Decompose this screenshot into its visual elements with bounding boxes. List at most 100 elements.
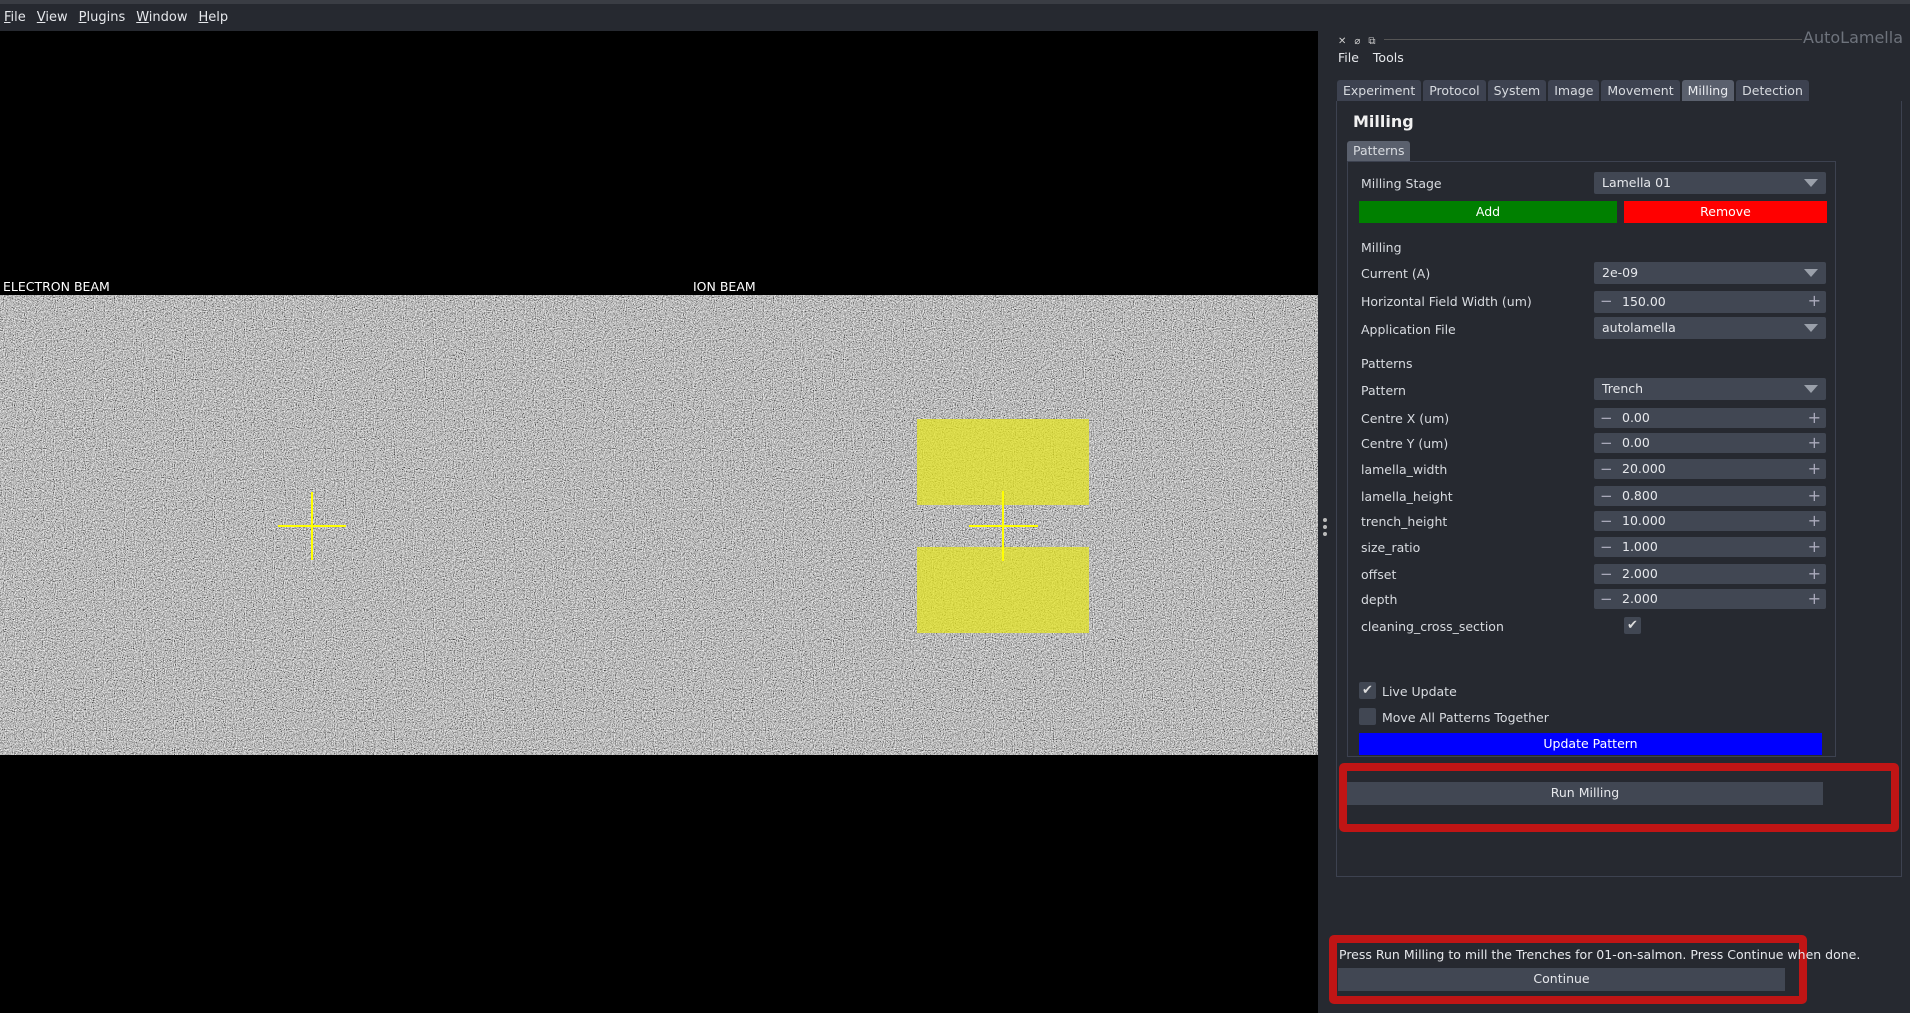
param-label: Centre X (um) <box>1361 411 1450 426</box>
add-button[interactable]: Add <box>1359 201 1617 223</box>
run-milling-button[interactable]: Run Milling <box>1347 782 1823 805</box>
update-pattern-button[interactable]: Update Pattern <box>1359 733 1822 755</box>
continue-button[interactable]: Continue <box>1338 968 1785 991</box>
application-file-select[interactable]: autolamella <box>1594 317 1826 339</box>
dock-title-divider <box>1384 39 1802 40</box>
live-update-label: Live Update <box>1382 684 1457 699</box>
plus-icon[interactable]: + <box>1808 486 1821 505</box>
current-label: Current (A) <box>1361 266 1431 281</box>
patterns-section-label: Patterns <box>1361 356 1413 371</box>
close-icon[interactable]: ✕ <box>1338 36 1346 47</box>
param-label: offset <box>1361 567 1397 582</box>
page-title: Milling <box>1353 112 1414 131</box>
tab-detection[interactable]: Detection <box>1736 80 1809 101</box>
param-spinbox[interactable]: −0.800 + <box>1594 486 1826 506</box>
chevron-down-icon <box>1804 385 1818 393</box>
tab-movement[interactable]: Movement <box>1601 80 1680 101</box>
plus-icon[interactable]: + <box>1808 433 1821 452</box>
param-label: lamella_height <box>1361 489 1453 504</box>
param-value: 0.00 <box>1622 410 1650 425</box>
plus-icon[interactable]: + <box>1808 511 1821 530</box>
electron-crosshair-vertical <box>311 492 313 560</box>
ion-crosshair-vertical <box>1002 491 1004 561</box>
current-value: 2e-09 <box>1602 265 1639 280</box>
tab-protocol[interactable]: Protocol <box>1423 80 1486 101</box>
main-menubar: File View Plugins Window Help <box>0 4 1318 31</box>
minus-icon[interactable]: − <box>1600 434 1613 452</box>
plus-icon[interactable]: + <box>1808 291 1821 310</box>
menu-view[interactable]: View <box>33 10 75 25</box>
restore-icon[interactable]: ⧉ <box>1368 36 1375 47</box>
tab-patterns[interactable]: Patterns <box>1347 141 1411 161</box>
plus-icon[interactable]: + <box>1808 408 1821 427</box>
plus-icon[interactable]: + <box>1808 459 1821 478</box>
pattern-select[interactable]: Trench <box>1594 378 1826 400</box>
menu-file[interactable]: File <box>0 10 33 25</box>
plus-icon[interactable]: + <box>1808 589 1821 608</box>
minus-icon[interactable]: − <box>1600 512 1613 530</box>
milling-stage-label: Milling Stage <box>1361 176 1442 191</box>
minus-icon[interactable]: − <box>1600 487 1613 505</box>
tab-milling[interactable]: Milling <box>1681 80 1735 101</box>
cleaning-cross-section-label: cleaning_cross_section <box>1361 619 1504 634</box>
param-label: lamella_width <box>1361 462 1448 477</box>
panel-menu-file[interactable]: File <box>1338 50 1359 65</box>
milling-section-label: Milling <box>1361 240 1402 255</box>
menu-plugins[interactable]: Plugins <box>75 10 133 25</box>
param-spinbox[interactable]: −1.000 + <box>1594 537 1826 557</box>
plus-icon[interactable]: + <box>1808 537 1821 556</box>
cleaning-cross-section-checkbox[interactable]: ✔ <box>1624 617 1641 634</box>
splitter-handle[interactable] <box>1318 31 1330 1013</box>
current-select[interactable]: 2e-09 <box>1594 262 1826 284</box>
tab-experiment[interactable]: Experiment <box>1337 80 1422 101</box>
param-label: Centre Y (um) <box>1361 436 1449 451</box>
param-value: 20.000 <box>1622 461 1666 476</box>
tab-system[interactable]: System <box>1487 80 1547 101</box>
dock-title: AutoLamella <box>1803 28 1903 47</box>
move-all-patterns-checkbox[interactable] <box>1359 708 1376 725</box>
ion-beam-label: ION BEAM <box>693 279 756 294</box>
plus-icon[interactable]: + <box>1808 564 1821 583</box>
minus-icon[interactable]: − <box>1600 590 1613 608</box>
param-value: 0.00 <box>1622 435 1650 450</box>
float-icon[interactable]: ⌀ <box>1354 36 1360 47</box>
application-file-value: autolamella <box>1602 320 1676 335</box>
menu-help[interactable]: Help <box>195 10 236 25</box>
panel-menu-tools[interactable]: Tools <box>1373 50 1404 65</box>
param-spinbox[interactable]: −20.000 + <box>1594 459 1826 479</box>
milling-stage-select[interactable]: Lamella 01 <box>1594 172 1826 194</box>
param-spinbox[interactable]: −10.000 + <box>1594 511 1826 531</box>
param-label: depth <box>1361 592 1398 607</box>
live-update-checkbox[interactable]: ✔ <box>1359 682 1376 699</box>
remove-button[interactable]: Remove <box>1624 201 1827 223</box>
panel-menubar: File Tools <box>1338 50 1418 65</box>
splitter-dot <box>1323 518 1327 522</box>
menu-window[interactable]: Window <box>132 10 194 25</box>
chevron-down-icon <box>1804 269 1818 277</box>
param-spinbox[interactable]: −0.00 + <box>1594 433 1826 453</box>
param-value: 1.000 <box>1622 539 1658 554</box>
param-value: 10.000 <box>1622 513 1666 528</box>
splitter-dot <box>1323 532 1327 536</box>
minus-icon[interactable]: − <box>1600 292 1613 310</box>
param-value: 2.000 <box>1622 566 1658 581</box>
instruction-message: Press Run Milling to mill the Trenches f… <box>1339 947 1861 962</box>
minus-icon[interactable]: − <box>1600 565 1613 583</box>
param-label: size_ratio <box>1361 540 1421 555</box>
param-label: trench_height <box>1361 514 1448 529</box>
param-spinbox[interactable]: −2.000 + <box>1594 589 1826 609</box>
minus-icon[interactable]: − <box>1600 409 1613 427</box>
minus-icon[interactable]: − <box>1600 460 1613 478</box>
hfw-label: Horizontal Field Width (um) <box>1361 294 1532 309</box>
param-spinbox[interactable]: −2.000 + <box>1594 564 1826 584</box>
minus-icon[interactable]: − <box>1600 538 1613 556</box>
tab-image[interactable]: Image <box>1548 80 1600 101</box>
chevron-down-icon <box>1804 179 1818 187</box>
electron-beam-label: ELECTRON BEAM <box>3 279 110 294</box>
param-spinbox[interactable]: −0.00 + <box>1594 408 1826 428</box>
hfw-value: 150.00 <box>1622 294 1666 309</box>
pattern-label: Pattern <box>1361 383 1406 398</box>
splitter-dot <box>1323 525 1327 529</box>
hfw-spinbox[interactable]: −150.00 + <box>1594 291 1826 313</box>
param-value: 0.800 <box>1622 488 1658 503</box>
